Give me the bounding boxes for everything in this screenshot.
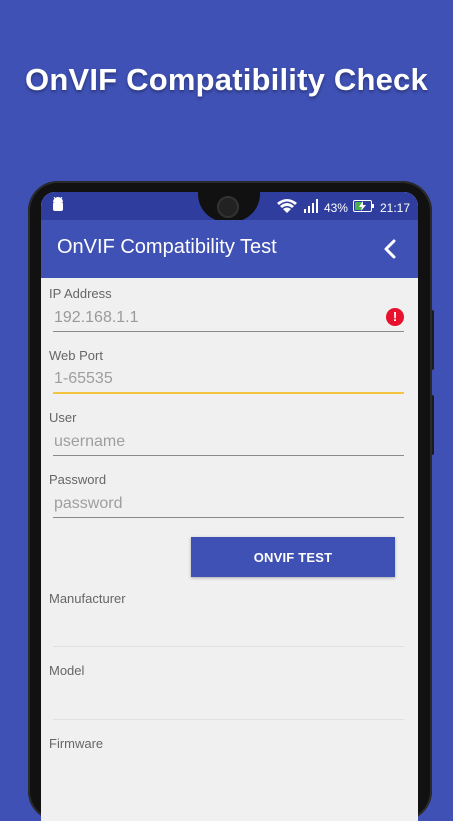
onvif-test-button[interactable]: ONVIF TEST xyxy=(191,537,395,577)
manufacturer-divider xyxy=(53,646,404,647)
app-bar: OnVIF Compatibility Test xyxy=(41,220,418,278)
firmware-label: Firmware xyxy=(49,736,104,751)
model-divider xyxy=(53,719,404,720)
phone-screen: 43% 21:17 OnVIF Compatibility Test IP Ad… xyxy=(41,192,418,821)
user-label: User xyxy=(49,410,77,425)
promo-headline: OnVIF Compatibility Check xyxy=(25,62,428,97)
phone-frame: 43% 21:17 OnVIF Compatibility Test IP Ad… xyxy=(28,181,432,821)
signal-icon xyxy=(303,199,319,216)
battery-percent: 43% xyxy=(323,200,348,215)
model-label: Model xyxy=(49,663,85,678)
back-button[interactable] xyxy=(378,236,404,262)
android-notification-icon xyxy=(51,196,65,216)
password-label: Password xyxy=(49,472,107,487)
clock: 21:17 xyxy=(379,200,410,215)
camera-notch xyxy=(198,192,260,222)
page-title: OnVIF Compatibility Test xyxy=(57,236,277,258)
error-icon: ! xyxy=(386,308,404,326)
manufacturer-label: Manufacturer xyxy=(49,591,126,606)
web-port-input[interactable] xyxy=(53,366,404,394)
battery-charging-icon xyxy=(352,199,375,216)
chevron-left-icon xyxy=(384,239,396,259)
password-input[interactable] xyxy=(53,490,404,518)
web-port-label: Web Port xyxy=(49,348,103,363)
ip-address-input[interactable] xyxy=(53,304,404,332)
username-input[interactable] xyxy=(53,428,404,456)
status-bar: 43% 21:17 xyxy=(41,192,418,222)
wifi-icon xyxy=(276,198,298,217)
camera-icon xyxy=(217,196,239,218)
ip-address-label: IP Address xyxy=(49,286,112,301)
